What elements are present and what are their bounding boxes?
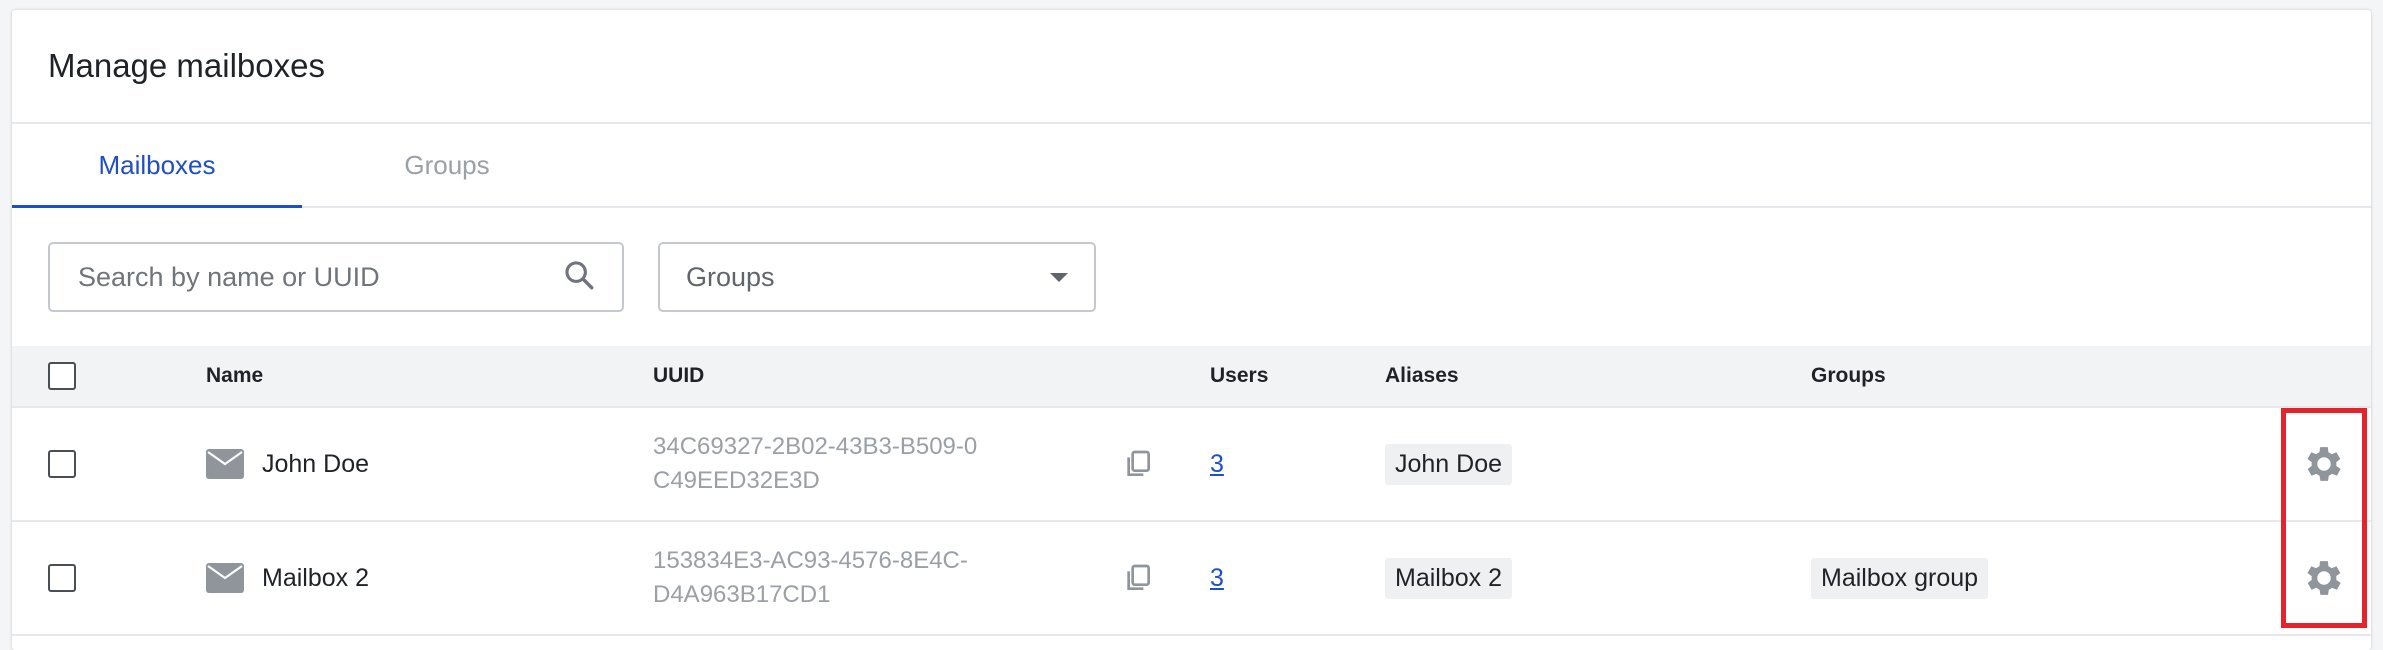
groups-filter-value: Groups — [686, 261, 775, 292]
page-header: Manage mailboxes — [12, 10, 2371, 124]
table-row: John Doe 34C69327-2B02-43B3-B509-0C49EED… — [12, 408, 2371, 522]
filter-bar: Groups — [12, 208, 2371, 346]
mailbox-name[interactable]: Mailbox 2 — [262, 564, 369, 593]
table-row: Mailbox 2 153834E3-AC93-4576-8E4C-D4A963… — [12, 522, 2371, 636]
alias-chip: John Doe — [1385, 443, 1513, 485]
tab-bar: Mailboxes Groups — [12, 124, 2371, 208]
row-checkbox[interactable] — [48, 450, 76, 478]
users-count-link[interactable]: 3 — [1210, 450, 1224, 479]
copy-icon[interactable] — [1122, 448, 1154, 480]
alias-chip: Mailbox 2 — [1385, 557, 1512, 599]
gear-icon[interactable] — [2301, 441, 2347, 487]
header-uuid[interactable]: UUID — [653, 346, 704, 406]
mail-icon — [206, 563, 244, 593]
mailbox-uuid: 153834E3-AC93-4576-8E4C-D4A963B17CD1 — [653, 547, 968, 608]
gear-icon[interactable] — [2301, 555, 2347, 601]
mailbox-uuid: 34C69327-2B02-43B3-B509-0C49EED32E3D — [653, 433, 978, 494]
tab-mailboxes[interactable]: Mailboxes — [12, 124, 302, 208]
manage-mailboxes-card: Manage mailboxes Mailboxes Groups Groups… — [12, 10, 2371, 650]
header-groups[interactable]: Groups — [1811, 346, 1886, 406]
groups-filter-select[interactable]: Groups — [658, 242, 1096, 312]
row-checkbox[interactable] — [48, 564, 76, 592]
tab-groups[interactable]: Groups — [302, 124, 592, 206]
mailbox-name[interactable]: John Doe — [262, 450, 369, 479]
select-all-checkbox[interactable] — [48, 362, 76, 390]
page-title: Manage mailboxes — [48, 47, 325, 84]
header-name[interactable]: Name — [206, 346, 263, 406]
header-users[interactable]: Users — [1210, 346, 1268, 406]
copy-icon[interactable] — [1122, 562, 1154, 594]
table-header: Name UUID Users Aliases Groups — [12, 346, 2371, 408]
mail-icon — [206, 449, 244, 479]
chevron-down-icon — [1050, 272, 1068, 282]
search-input[interactable] — [76, 260, 540, 294]
search-icon[interactable] — [562, 258, 596, 297]
users-count-link[interactable]: 3 — [1210, 564, 1224, 593]
header-aliases[interactable]: Aliases — [1385, 346, 1459, 406]
group-chip: Mailbox group — [1811, 557, 1989, 599]
search-box — [48, 242, 624, 312]
